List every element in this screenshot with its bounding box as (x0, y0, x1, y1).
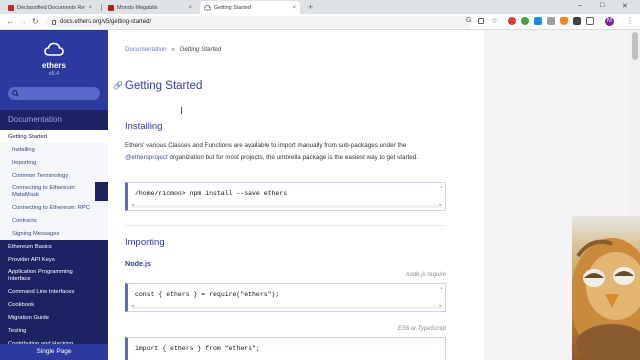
code-block-install[interactable]: /home/ricmoo> npm install --save ethers … (125, 182, 446, 211)
search-icon (12, 90, 19, 97)
close-tab-icon[interactable]: × (88, 5, 92, 11)
sidebar-item-importing[interactable]: Importing (0, 156, 108, 169)
sidebar-title[interactable]: ethers (0, 61, 108, 70)
ethersproject-link[interactable]: @ethersproject (125, 154, 168, 161)
sidebar-header: ethers v5.4 (0, 30, 108, 110)
tab-favicon-icon (108, 4, 114, 11)
code-text: const { ethers } = require("ethers"); (135, 291, 280, 298)
tab-favicon-icon (8, 4, 14, 11)
minimize-icon[interactable]: – (578, 2, 582, 9)
sidebar-section-heading[interactable]: Documentation (0, 110, 108, 130)
sidebar-item-common-terminology[interactable]: Common Terminology (0, 169, 108, 182)
tab-title: Getting Started (214, 4, 251, 11)
sidebar-item-testing[interactable]: Testing (0, 324, 108, 337)
browser-tab-bar: Declassified Documents Reveal... × Mondo… (0, 0, 640, 14)
close-tab-icon[interactable]: × (292, 5, 296, 11)
sidebar-item-cookbook[interactable]: Cookbook (0, 298, 108, 311)
code-block-node[interactable]: const { ethers } = require("ethers"); ▴ (125, 283, 446, 312)
code-scrollbar[interactable] (131, 202, 442, 208)
close-window-icon[interactable]: ✕ (622, 2, 628, 10)
breadcrumb-separator: » (171, 46, 175, 53)
code-text: import { ethers } from "ethers"; (135, 345, 260, 352)
sidebar-item-migration-guide[interactable]: Migration Guide (0, 311, 108, 324)
single-page-link[interactable]: Single Page (0, 344, 108, 360)
extension-gray-icon[interactable] (547, 17, 555, 25)
back-icon[interactable]: ← (6, 17, 14, 26)
page-scrollbar-thumb[interactable] (632, 32, 638, 60)
search-input[interactable] (8, 87, 100, 100)
section-heading-importing: Importing (125, 237, 165, 248)
browser-toolbar: ← → ↻ docs.ethers.org/v5/getting-started… (0, 14, 640, 30)
sidebar-item-ethereum-basics[interactable]: Ethereum Basics (0, 240, 108, 253)
ethers-logo-icon[interactable] (44, 42, 64, 56)
lock-icon (52, 19, 56, 25)
address-bar[interactable]: docs.ethers.org/v5/getting-started/ (46, 16, 472, 28)
sidebar-item-installing[interactable]: Installing (0, 143, 108, 156)
sidebar-item-contracts[interactable]: Contracts (0, 214, 108, 227)
sidebar-item-cli[interactable]: Command Line Interfaces (0, 285, 108, 298)
link-anchor-icon[interactable]: 🔗 (113, 81, 123, 90)
close-tab-icon[interactable]: × (188, 5, 192, 11)
code-label-node: node.js require (406, 272, 446, 278)
metamask-icon[interactable] (560, 17, 568, 25)
url-text: docs.ethers.org/v5/getting-started/ (60, 19, 152, 25)
page-title: Getting Started (125, 80, 203, 92)
webcam-video-image (572, 238, 640, 360)
share-icon[interactable] (478, 18, 484, 24)
extensions-puzzle-icon[interactable] (586, 17, 594, 25)
browser-tab[interactable]: Declassified Documents Reveal... × (4, 1, 96, 14)
code-scrollbar[interactable] (131, 303, 442, 309)
extension-green-icon[interactable] (521, 17, 529, 25)
maximize-icon[interactable]: □ (600, 2, 604, 9)
breadcrumb-current: Getting Started (179, 46, 222, 53)
paragraph-text: organization but for most projects, the … (167, 154, 419, 161)
paragraph-text: Ethers' various Classes and Functions ar… (125, 142, 407, 149)
browser-tab[interactable]: Mondo Megabits × (104, 1, 196, 14)
webpage: ethers v5.4 Documentation Getting Starte… (0, 30, 640, 360)
webcam-overlay (572, 216, 640, 360)
main-content: Documentation » Getting Started 🔗 Gettin… (108, 30, 484, 360)
new-tab-icon[interactable]: + (308, 2, 313, 12)
breadcrumb-root-link[interactable]: Documentation (125, 46, 167, 53)
code-scroll-up-icon[interactable]: ▴ (440, 286, 443, 291)
extension-blue-icon[interactable] (534, 17, 542, 25)
sidebar-item-connecting-metamask[interactable]: Connecting to Ethereum: MetaMask (0, 182, 95, 201)
sidebar-item-api[interactable]: Application Programming Interface (0, 266, 92, 285)
reload-icon[interactable]: ↻ (32, 17, 39, 26)
code-label-es6: ES6 or TypeScript (397, 326, 446, 332)
section-heading-installing: Installing (125, 121, 163, 132)
code-scroll-up-icon[interactable]: ▴ (440, 185, 443, 190)
tab-title: Mondo Megabits (117, 4, 158, 11)
forward-icon[interactable]: → (19, 17, 27, 26)
extension-red-icon[interactable] (508, 17, 516, 25)
extension-dark-icon[interactable] (573, 17, 581, 25)
subheading-nodejs: Node.js (125, 259, 151, 268)
sidebar-item-signing-messages[interactable]: Signing Messages (0, 227, 108, 240)
sidebar-item-provider-api-keys[interactable]: Provider API Keys (0, 253, 108, 266)
tab-favicon-icon (204, 4, 211, 10)
code-text: /home/ricmoo> npm install --save ethers (135, 190, 288, 197)
sidebar: ethers v5.4 Documentation Getting Starte… (0, 30, 108, 360)
breadcrumb: Documentation » Getting Started (125, 46, 221, 53)
profile-avatar[interactable]: M (605, 17, 614, 26)
bookmark-star-icon[interactable]: ☆ (491, 16, 499, 25)
browser-tab-active[interactable]: Getting Started × (200, 1, 300, 14)
code-block-es6[interactable]: import { ethers } from "ethers"; (125, 337, 446, 360)
tab-title: Declassified Documents Reveal... (17, 4, 85, 11)
sidebar-item-connecting-rpc[interactable]: Connecting to Ethereum: RPC (0, 201, 108, 214)
sidebar-version: v5.4 (48, 71, 60, 77)
sidebar-item-getting-started[interactable]: Getting Started (0, 130, 108, 143)
google-icon[interactable]: G (466, 17, 474, 25)
browser-menu-icon[interactable]: ⋮ (626, 16, 634, 25)
text-cursor (181, 107, 185, 114)
section-divider (125, 225, 445, 226)
installing-paragraph: Ethers' various Classes and Functions ar… (125, 140, 447, 164)
